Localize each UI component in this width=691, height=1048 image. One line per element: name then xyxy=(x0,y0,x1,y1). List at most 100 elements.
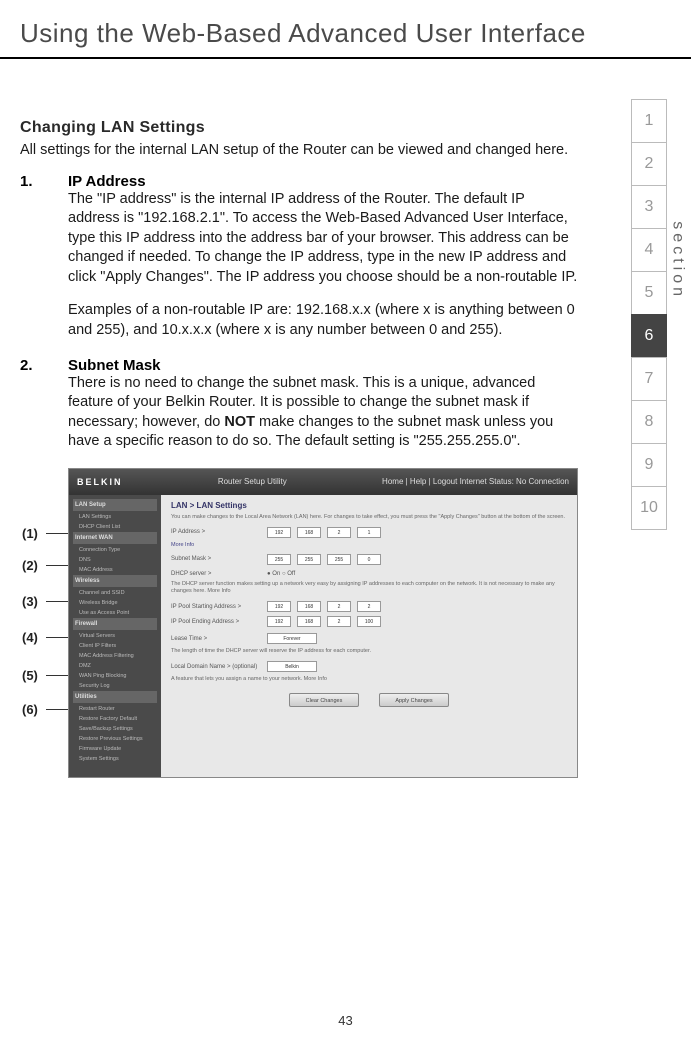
tab-3[interactable]: 3 xyxy=(631,185,667,229)
domain-label: Local Domain Name > (optional) xyxy=(171,664,261,670)
list-item-2: 2. Subnet Mask There is no need to chang… xyxy=(20,357,580,452)
clear-changes-button[interactable]: Clear Changes xyxy=(289,693,359,707)
sidebar-item[interactable]: LAN Settings xyxy=(73,512,157,522)
sidebar-item[interactable]: Security Log xyxy=(73,681,157,691)
panel-title: LAN > LAN Settings xyxy=(171,501,567,510)
pool-octet-input[interactable]: 168 xyxy=(297,616,321,627)
callout-1: (1) xyxy=(22,526,38,541)
ip-octet-input[interactable]: 2 xyxy=(327,527,351,538)
dhcp-label: DHCP server > xyxy=(171,571,261,577)
list-item-1: 1. IP Address The "IP address" is the in… xyxy=(20,173,580,341)
subnet-octet-input[interactable]: 0 xyxy=(357,554,381,565)
page-title: Using the Web-Based Advanced User Interf… xyxy=(0,0,691,57)
bold-not: NOT xyxy=(224,414,255,430)
lease-desc: The length of time the DHCP server will … xyxy=(171,648,567,655)
sidebar-item[interactable]: Save/Backup Settings xyxy=(73,724,157,734)
utility-title: Router Setup Utility xyxy=(218,477,287,486)
sidebar-item[interactable]: System Settings xyxy=(73,754,157,764)
more-info-link[interactable]: More Info xyxy=(171,542,567,548)
sidebar-item[interactable]: Virtual Servers xyxy=(73,631,157,641)
tab-5[interactable]: 5 xyxy=(631,271,667,315)
item-number: 2. xyxy=(20,357,44,374)
tab-6[interactable]: 6 xyxy=(631,314,667,358)
pool-octet-input[interactable]: 192 xyxy=(267,616,291,627)
pool-octet-input[interactable]: 168 xyxy=(297,601,321,612)
dhcp-radio[interactable]: ● On ○ Off xyxy=(267,571,295,577)
tab-10[interactable]: 10 xyxy=(631,486,667,530)
item-number: 1. xyxy=(20,173,44,190)
sidebar-section: Wireless xyxy=(73,575,157,587)
item-paragraph: The "IP address" is the internal IP addr… xyxy=(68,190,580,288)
callout-6: (6) xyxy=(22,702,38,717)
section-vertical-label: section xyxy=(669,221,687,300)
tab-7[interactable]: 7 xyxy=(631,357,667,401)
ip-octet-input[interactable]: 1 xyxy=(357,527,381,538)
pool-octet-input[interactable]: 2 xyxy=(357,601,381,612)
apply-changes-button[interactable]: Apply Changes xyxy=(379,693,449,707)
pool-octet-input[interactable]: 192 xyxy=(267,601,291,612)
sidebar-section: Internet WAN xyxy=(73,532,157,544)
sidebar-item[interactable]: Firmware Update xyxy=(73,744,157,754)
sidebar-item[interactable]: WAN Ping Blocking xyxy=(73,671,157,681)
sidebar-item[interactable]: Connection Type xyxy=(73,545,157,555)
lease-label: Lease Time > xyxy=(171,636,261,642)
item-title: IP Address xyxy=(68,173,146,190)
sidebar-item[interactable]: Restart Router xyxy=(73,704,157,714)
callout-4: (4) xyxy=(22,630,38,645)
pool-octet-input[interactable]: 2 xyxy=(327,601,351,612)
ip-octet-input[interactable]: 192 xyxy=(267,527,291,538)
sidebar-item[interactable]: MAC Address Filtering xyxy=(73,651,157,661)
callout-5: (5) xyxy=(22,668,38,683)
router-screenshot: BELKIN Router Setup Utility Home | Help … xyxy=(68,468,578,778)
callout-2: (2) xyxy=(22,558,38,573)
screenshot-figure: (1) (2) (3) (4) (5) (6) BELKIN Router Se… xyxy=(68,468,580,778)
sidebar-item[interactable]: Channel and SSID xyxy=(73,588,157,598)
sidebar-item[interactable]: DMZ xyxy=(73,661,157,671)
title-divider xyxy=(0,57,691,59)
subnet-octet-input[interactable]: 255 xyxy=(267,554,291,565)
item-title: Subnet Mask xyxy=(68,357,161,374)
tab-1[interactable]: 1 xyxy=(631,99,667,143)
ss-main-panel: LAN > LAN Settings You can make changes … xyxy=(161,495,577,777)
lease-select[interactable]: Forever xyxy=(267,633,317,644)
callout-3: (3) xyxy=(22,594,38,609)
sidebar-item[interactable]: Client IP Filters xyxy=(73,641,157,651)
item-paragraph: Examples of a non-routable IP are: 192.1… xyxy=(68,301,580,340)
sidebar-section: LAN Setup xyxy=(73,499,157,511)
tab-4[interactable]: 4 xyxy=(631,228,667,272)
ss-sidebar: LAN Setup LAN Settings DHCP Client List … xyxy=(69,495,161,777)
sidebar-item[interactable]: Use as Access Point xyxy=(73,608,157,618)
tab-8[interactable]: 8 xyxy=(631,400,667,444)
brand-logo: BELKIN xyxy=(77,477,123,487)
intro-text: All settings for the internal LAN setup … xyxy=(20,141,580,161)
sidebar-section: Utilities xyxy=(73,691,157,703)
pool-octet-input[interactable]: 2 xyxy=(327,616,351,627)
section-tabs: 1 2 3 4 5 6 7 8 9 10 xyxy=(631,100,667,530)
pool-start-label: IP Pool Starting Address > xyxy=(171,604,261,610)
sidebar-item[interactable]: Restore Previous Settings xyxy=(73,734,157,744)
sidebar-item[interactable]: MAC Address xyxy=(73,565,157,575)
sidebar-item[interactable]: DHCP Client List xyxy=(73,522,157,532)
subnet-label: Subnet Mask > xyxy=(171,556,261,562)
page-number: 43 xyxy=(0,1013,691,1028)
sidebar-item[interactable]: DNS xyxy=(73,555,157,565)
dhcp-desc: The DHCP server function makes setting u… xyxy=(171,581,567,595)
pool-octet-input[interactable]: 100 xyxy=(357,616,381,627)
sidebar-item[interactable]: Wireless Bridge xyxy=(73,598,157,608)
section-heading: Changing LAN Settings xyxy=(20,119,580,137)
domain-desc: A feature that lets you assign a name to… xyxy=(171,676,567,683)
ss-header-bar: BELKIN Router Setup Utility Home | Help … xyxy=(69,469,577,495)
sidebar-section: Firewall xyxy=(73,618,157,630)
tab-2[interactable]: 2 xyxy=(631,142,667,186)
header-right-text: Home | Help | Logout Internet Status: No… xyxy=(382,477,569,486)
subnet-octet-input[interactable]: 255 xyxy=(297,554,321,565)
ip-octet-input[interactable]: 168 xyxy=(297,527,321,538)
domain-input[interactable]: Belkin xyxy=(267,661,317,672)
panel-desc: You can make changes to the Local Area N… xyxy=(171,514,567,521)
ip-address-label: IP Address > xyxy=(171,529,261,535)
pool-end-label: IP Pool Ending Address > xyxy=(171,619,261,625)
subnet-octet-input[interactable]: 255 xyxy=(327,554,351,565)
item-paragraph: There is no need to change the subnet ma… xyxy=(68,374,580,452)
sidebar-item[interactable]: Restore Factory Default xyxy=(73,714,157,724)
tab-9[interactable]: 9 xyxy=(631,443,667,487)
